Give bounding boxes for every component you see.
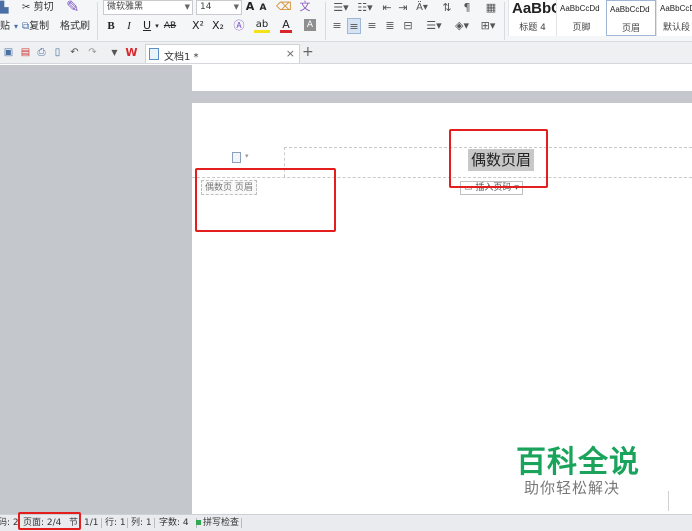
export-pdf-icon[interactable]: ▤ [19, 46, 32, 59]
format-painter-button[interactable]: 格式刷 [60, 20, 90, 34]
status-bar: 码: 2 页面: 2/4 节 1/1 行: 1 列: 1 字数: 4 拼写检查 [0, 512, 692, 531]
save-icon[interactable]: ▣ [2, 46, 15, 59]
align-left-icon[interactable]: ≡ [330, 18, 344, 34]
superscript-button[interactable]: X² [190, 18, 206, 34]
spell-check-icon [196, 520, 201, 525]
redo-icon[interactable]: ↷ [86, 46, 99, 59]
chevron-down-icon: ▼ [233, 3, 239, 11]
paste-icon[interactable]: ▙ [0, 1, 8, 15]
shading-icon[interactable]: ◈▾ [452, 18, 472, 34]
margin-guide [668, 491, 669, 511]
document-workspace[interactable]: ▾ 偶数页 页眉 偶数页眉 ▭ 插入页码 ▾ 百科全说 助你轻松解决 [0, 65, 692, 514]
distributed-icon[interactable]: ⊟ [401, 18, 415, 34]
watermark-subtitle: 助你轻松解决 [524, 479, 621, 497]
status-divider [154, 518, 155, 528]
ribbon-toolbar: ▙ ✂ 剪切 贴 ▾ ⧉复制 ✎ 格式刷 微软雅黑 ▼ 14 ▼ A A ⌫ 文 B… [0, 0, 692, 42]
clear-format-icon[interactable]: ⌫ [276, 0, 292, 15]
grow-font-button[interactable]: A [244, 0, 256, 15]
undo-icon[interactable]: ↶ [68, 46, 81, 59]
status-page-number[interactable]: 码: 2 [0, 517, 19, 529]
status-column[interactable]: 列: 1 [131, 517, 152, 529]
strikethrough-button[interactable]: AB [162, 18, 178, 34]
decrease-indent-icon[interactable]: ⇤ [380, 0, 394, 16]
bullet-list-icon[interactable]: ☰▾ [330, 0, 352, 16]
status-section[interactable]: 1/1 [84, 517, 98, 529]
wps-logo-icon[interactable]: W [125, 46, 138, 59]
align-center-icon[interactable]: ≡ [347, 18, 361, 34]
annotation-box [18, 512, 81, 530]
style-footer[interactable]: AaBbCcDd 页脚 [556, 0, 606, 36]
ribbon-divider [97, 2, 98, 40]
tab-document[interactable]: 文档1 * × [145, 44, 300, 63]
status-row[interactable]: 行: 1 [105, 517, 126, 529]
previous-page[interactable] [192, 65, 692, 91]
line-spacing-icon[interactable]: ☰▾ [424, 18, 444, 34]
bold-button[interactable]: B [106, 18, 116, 34]
format-painter-icon[interactable]: ✎ [66, 0, 79, 15]
chevron-down-icon: ▼ [184, 3, 190, 11]
customize-dropdown-icon[interactable]: ▼ [108, 46, 121, 59]
status-divider [101, 518, 102, 528]
status-wordcount[interactable]: 字数: 4 [159, 517, 189, 529]
text-effect-icon[interactable]: Ⓐ [232, 18, 246, 34]
sort-icon[interactable]: ⇅ [440, 0, 454, 16]
justify-icon[interactable]: ≣ [383, 18, 397, 34]
show-marks-icon[interactable]: ¶ [460, 0, 474, 16]
status-spellcheck[interactable]: 拼写检查 [203, 517, 239, 529]
close-tab-button[interactable]: × [286, 47, 295, 60]
annotation-box [195, 168, 336, 232]
shrink-font-button[interactable]: A [258, 0, 268, 16]
annotation-box [449, 129, 548, 188]
chevron-down-icon[interactable]: ▾ [245, 152, 249, 160]
quick-access-bar: ▣ ▤ ⎙ ▯ ↶ ↷ ▼ W 文档1 * × + [0, 42, 692, 64]
style-default[interactable]: AaBbCcD 默认段 [656, 0, 692, 36]
cut-button[interactable]: ✂ 剪切 [22, 1, 54, 15]
header-options-icon[interactable] [232, 152, 241, 163]
highlight-button[interactable]: ab [254, 18, 270, 33]
table-icon[interactable]: ▦ [484, 0, 498, 16]
font-size-select[interactable]: 14 ▼ [196, 0, 242, 15]
new-tab-button[interactable]: + [302, 44, 314, 60]
scissors-icon: ✂ [22, 2, 31, 13]
italic-button[interactable]: I [124, 18, 134, 34]
ribbon-divider [504, 2, 505, 40]
subscript-button[interactable]: X₂ [210, 18, 226, 34]
status-divider [241, 518, 242, 528]
increase-indent-icon[interactable]: ⇥ [396, 0, 410, 16]
border-icon[interactable]: ⊞▾ [478, 18, 498, 34]
print-icon[interactable]: ⎙ [35, 46, 48, 59]
underline-button[interactable]: U [142, 18, 152, 34]
paste-button[interactable]: 贴 [0, 20, 10, 34]
watermark-title: 百科全说 [516, 445, 640, 480]
char-shading-icon[interactable]: A [304, 19, 316, 31]
font-color-button[interactable]: A [280, 18, 292, 33]
status-divider [127, 518, 128, 528]
ribbon-divider [325, 2, 326, 40]
phonetic-icon[interactable]: 文 [296, 0, 314, 15]
print-preview-icon[interactable]: ▯ [51, 46, 64, 59]
underline-dropdown-icon[interactable]: ▾ [153, 18, 161, 34]
copy-button[interactable]: ⧉复制 [22, 20, 49, 34]
align-right-icon[interactable]: ≡ [365, 18, 379, 34]
style-heading4[interactable]: AaBbC 标题 4 [508, 0, 562, 36]
style-header[interactable]: AaBbCcDd 页眉 [606, 0, 656, 36]
numbered-list-icon[interactable]: ☷▾ [354, 0, 376, 16]
chinese-layout-icon[interactable]: Ä▾ [414, 0, 430, 16]
document-icon [149, 48, 159, 60]
paste-dropdown-icon[interactable]: ▾ [14, 20, 18, 34]
font-name-select[interactable]: 微软雅黑 ▼ [103, 0, 193, 15]
